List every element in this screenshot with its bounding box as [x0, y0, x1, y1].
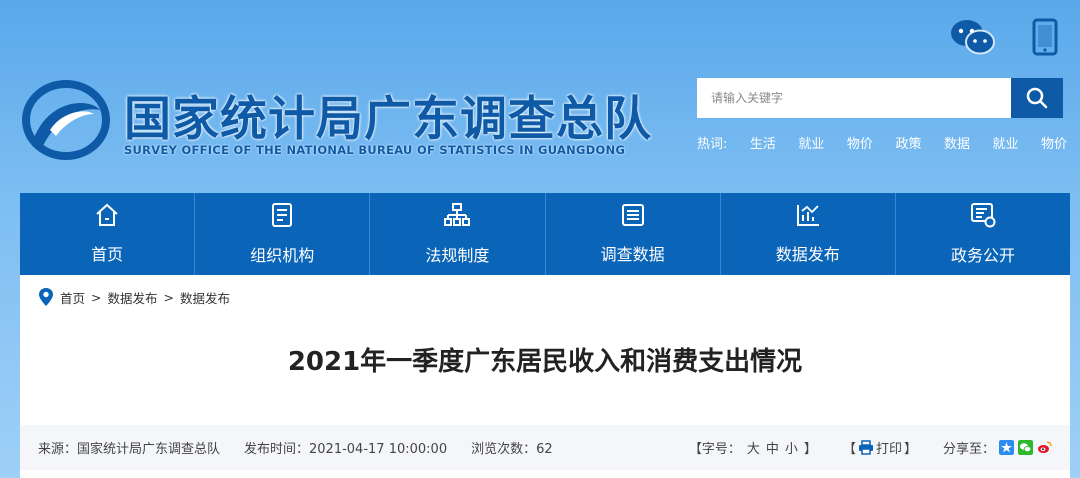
list-icon — [621, 204, 644, 226]
share-label: 分享至： — [942, 442, 995, 457]
nav-label: 政务公开 — [950, 246, 1015, 265]
font-size-medium-button[interactable]: 中 — [766, 438, 779, 457]
search-button[interactable] — [1011, 78, 1063, 118]
site-title[interactable]: 国家统计局广东调查总队 — [124, 80, 652, 149]
nav-item-regulations[interactable]: 法规制度 — [370, 193, 546, 275]
share-bar: 分享至： — [943, 438, 1052, 457]
share-qzone-icon[interactable] — [999, 440, 1014, 455]
article-meta-info: 来源：国家统计局广东调查总队 发布时间：2021-04-17 10:00:00 … — [38, 438, 553, 457]
breadcrumb-link[interactable]: 数据发布 — [180, 288, 230, 307]
share-wechat-icon[interactable] — [1018, 440, 1033, 455]
hot-word-link[interactable]: 物价 — [847, 133, 873, 152]
article-publish-time: 发布时间：2021-04-17 10:00:00 — [244, 442, 448, 457]
font-size-small-button[interactable]: 小 — [785, 438, 798, 457]
article-tools: 【字号： 大 中 小 】 【 打印 】 分享至： — [689, 438, 1052, 457]
nav-label: 调查数据 — [600, 245, 665, 264]
hot-word-link[interactable]: 生活 — [750, 133, 776, 152]
top-icon-bar — [950, 18, 1058, 56]
printer-icon — [858, 440, 873, 455]
article-view-count: 浏览次数：62 — [471, 442, 553, 457]
hot-words-bar: 热词: 生活 就业 物价 政策 数据 就业 物价 — [697, 133, 1067, 152]
breadcrumb-separator: > — [91, 289, 102, 305]
search-icon — [1026, 87, 1048, 109]
print-label: 打印 — [875, 442, 902, 457]
site-subtitle: SURVEY OFFICE OF THE NATIONAL BUREAU OF … — [124, 143, 626, 157]
home-icon — [96, 203, 118, 226]
font-size-label: 【字号： — [688, 442, 741, 457]
bureau-logo-icon[interactable] — [20, 78, 112, 162]
article-meta-bar: 来源：国家统计局广东调查总队 发布时间：2021-04-17 10:00:00 … — [20, 425, 1070, 470]
search-box — [697, 78, 1063, 118]
hot-words-label: 热词: — [697, 137, 728, 152]
nav-label: 首页 — [91, 245, 124, 264]
document-icon — [272, 203, 293, 227]
font-size-control: 【字号： 大 中 小 】 — [689, 438, 817, 457]
print-button[interactable]: 【 打印 】 — [843, 438, 917, 457]
nav-item-organization[interactable]: 组织机构 — [195, 193, 371, 275]
nav-item-gov-affairs[interactable]: 政务公开 — [896, 193, 1070, 275]
search-input[interactable] — [697, 78, 1011, 118]
hot-word-link[interactable]: 就业 — [798, 133, 824, 152]
breadcrumb: 首页 > 数据发布 > 数据发布 — [38, 287, 230, 307]
nav-item-data-release[interactable]: 数据发布 — [721, 193, 896, 275]
mobile-icon[interactable] — [1032, 18, 1058, 56]
breadcrumb-link[interactable]: 首页 — [60, 288, 85, 307]
breadcrumb-link[interactable]: 数据发布 — [108, 288, 158, 307]
nav-label: 法规制度 — [425, 246, 490, 265]
print-bracket: 】 — [903, 442, 917, 457]
monitor-icon — [970, 203, 996, 228]
hot-word-link[interactable]: 政策 — [895, 133, 921, 152]
location-pin-icon — [39, 288, 53, 306]
print-bracket: 【 — [842, 442, 856, 457]
nav-item-survey-data[interactable]: 调查数据 — [546, 193, 721, 275]
hot-word-link[interactable]: 数据 — [944, 133, 970, 152]
nav-label: 组织机构 — [250, 246, 315, 265]
org-chart-icon — [444, 203, 471, 226]
article-title: 2021年一季度广东居民收入和消费支出情况 — [287, 347, 803, 377]
breadcrumb-separator: > — [163, 289, 174, 305]
nav-label: 数据发布 — [775, 245, 840, 264]
article-container: 首页 > 数据发布 > 数据发布 2021年一季度广东居民收入和消费支出情况 来… — [20, 275, 1070, 478]
wechat-icon[interactable] — [950, 18, 996, 56]
font-size-large-button[interactable]: 大 — [747, 438, 760, 457]
hot-word-link[interactable]: 物价 — [1041, 133, 1067, 152]
hot-word-link[interactable]: 就业 — [992, 133, 1018, 152]
chart-icon — [796, 205, 819, 226]
share-weibo-icon[interactable] — [1037, 440, 1052, 455]
site-header: 国家统计局广东调查总队 SURVEY OFFICE OF THE NATIONA… — [0, 0, 1080, 193]
font-size-bracket: 】 — [803, 442, 817, 457]
main-nav: 首页 组织机构 法规制度 调查数据 数据发布 政务公开 — [20, 193, 1070, 275]
article-source: 来源：国家统计局广东调查总队 — [38, 442, 221, 457]
nav-item-home[interactable]: 首页 — [20, 193, 196, 275]
